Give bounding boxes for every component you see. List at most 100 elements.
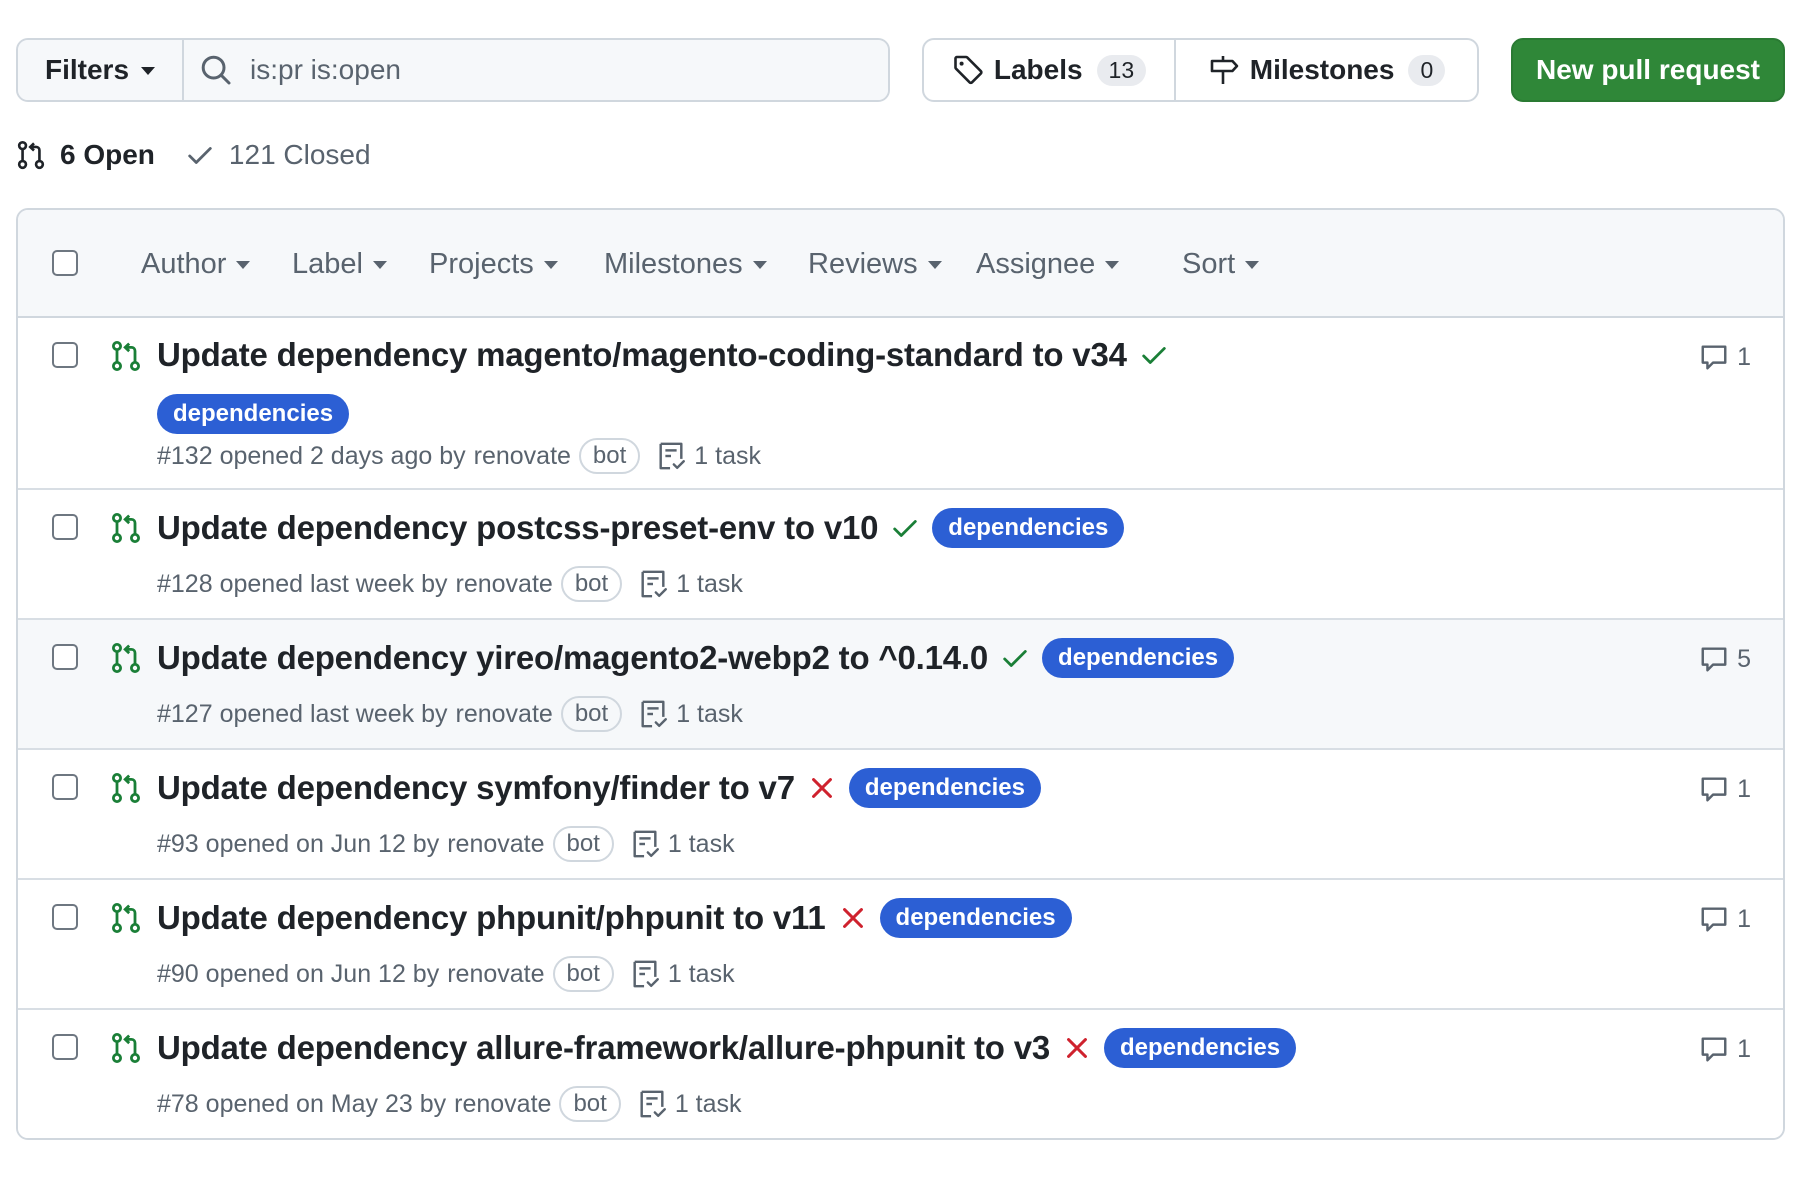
pull-request-row[interactable]: Update dependency magento/magento-coding… [18,318,1783,490]
projects-filter-label: Projects [429,247,534,280]
filter-facets: Author Label Projects Milestones Reviews… [141,210,1260,318]
comments-link[interactable]: 1 [1699,904,1751,934]
milestones-button[interactable]: Milestones 0 [1176,40,1477,100]
label-filter[interactable]: Label [292,248,429,281]
pull-request-row[interactable]: Update dependency postcss-preset-env to … [18,490,1783,620]
milestones-label: Milestones [1249,54,1395,85]
reviews-filter[interactable]: Reviews [808,248,976,281]
assignee-filter-label: Assignee [976,247,1096,280]
comments-link[interactable]: 5 [1699,644,1751,674]
task-progress[interactable]: 1 task [630,829,735,859]
row-checkbox[interactable] [52,774,78,800]
check-icon[interactable] [890,513,920,543]
check-icon[interactable] [1000,643,1030,673]
task-count: 1 task [676,569,743,598]
filters-button[interactable]: Filters [18,40,184,100]
pr-title[interactable]: Update dependency allure-framework/allur… [157,1029,1050,1067]
new-pull-request-button[interactable]: New pull request [1511,38,1785,102]
filter-search-group: Filters [16,38,890,102]
task-count: 1 task [674,1089,742,1118]
milestone-icon [1210,56,1239,84]
pull-request-row[interactable]: Update dependency phpunit/phpunit to v11… [18,880,1783,1010]
task-count: 1 task [667,829,735,858]
checklist-icon [656,441,686,471]
pr-author[interactable]: renovate [447,830,544,859]
row-checkbox[interactable] [52,904,78,930]
chevron-down-icon [141,67,156,75]
pr-author[interactable]: renovate [447,960,544,989]
pull-request-row[interactable]: Update dependency allure-framework/allur… [18,1010,1783,1138]
author-filter[interactable]: Author [141,248,292,281]
comment-icon [1699,342,1729,372]
search-input[interactable] [250,54,850,86]
pr-opened: opened last week by [219,699,448,728]
pr-author[interactable]: renovate [456,700,553,729]
label-dependencies[interactable]: dependencies [879,898,1072,938]
pr-title[interactable]: Update dependency yireo/magento2-webp2 t… [157,639,988,677]
task-progress[interactable]: 1 task [638,569,743,599]
pr-author[interactable]: renovate [456,570,553,599]
pr-number: #90 [157,959,199,988]
label-dependencies[interactable]: dependencies [1104,1028,1297,1068]
x-icon[interactable] [838,903,868,933]
comment-count: 1 [1737,1034,1751,1063]
closed-count: 121 Closed [228,139,371,170]
search-field[interactable] [184,40,888,100]
task-progress[interactable]: 1 task [638,699,743,729]
labels-button[interactable]: Labels 13 [924,40,1176,100]
chevron-down-icon [372,261,387,269]
title-line: Update dependency allure-framework/allur… [157,1028,1297,1068]
label-dependencies[interactable]: dependencies [932,508,1125,548]
comments-link[interactable]: 1 [1699,342,1751,372]
pull-request-open-icon [110,1032,142,1064]
tag-icon [954,55,983,85]
check-icon[interactable] [1139,340,1169,370]
projects-filter[interactable]: Projects [429,248,604,281]
pull-request-row[interactable]: Update dependency symfony/finder to v7 d… [18,750,1783,880]
checklist-icon [638,569,668,599]
task-progress[interactable]: 1 task [630,959,735,989]
row-checkbox[interactable] [52,514,78,540]
labels-label: Labels [993,54,1083,85]
pr-meta: #132 opened 2 days ago by renovate bot 1… [157,438,761,474]
assignee-filter[interactable]: Assignee [976,248,1182,281]
pull-request-open-icon [110,902,142,934]
row-checkbox[interactable] [52,342,78,368]
select-all-checkbox[interactable] [52,250,78,276]
sort-filter[interactable]: Sort [1182,248,1260,281]
bot-badge: bot [552,826,614,862]
title-line: Update dependency yireo/magento2-webp2 t… [157,638,1235,678]
milestones-filter[interactable]: Milestones [604,248,808,281]
pull-request-open-icon [110,642,142,674]
label-dependencies[interactable]: dependencies [157,394,350,434]
pr-title[interactable]: Update dependency symfony/finder to v7 [157,769,795,807]
task-progress[interactable]: 1 task [637,1089,742,1119]
labels-milestones-group: Labels 13 Milestones 0 [922,38,1479,102]
pr-title[interactable]: Update dependency postcss-preset-env to … [157,509,878,547]
row-checkbox[interactable] [52,1034,78,1060]
task-progress[interactable]: 1 task [656,441,761,471]
pr-author[interactable]: renovate [474,442,571,471]
pr-title[interactable]: Update dependency phpunit/phpunit to v11 [157,899,826,937]
label-dependencies[interactable]: dependencies [848,768,1041,808]
row-checkbox[interactable] [52,644,78,670]
pr-title[interactable]: Update dependency magento/magento-coding… [157,336,1127,374]
bot-badge: bot [559,1086,621,1122]
comments-link[interactable]: 1 [1699,774,1751,804]
checklist-icon [637,1089,667,1119]
x-icon[interactable] [807,773,837,803]
pull-request-row[interactable]: Update dependency yireo/magento2-webp2 t… [18,620,1783,750]
pr-number: #78 [157,1089,199,1118]
pull-request-icon [17,140,45,170]
open-tab[interactable]: 6 Open [16,139,155,171]
search-icon [201,55,231,85]
x-icon[interactable] [1062,1033,1092,1063]
pr-opened: opened 2 days ago by [219,441,466,470]
open-count: 6 Open [60,139,155,170]
comments-link[interactable]: 1 [1699,1034,1751,1064]
closed-tab[interactable]: 121 Closed [185,139,371,171]
chevron-down-icon [236,261,251,269]
pr-author[interactable]: renovate [454,1090,551,1119]
comment-icon [1699,1034,1729,1064]
label-dependencies[interactable]: dependencies [1042,638,1235,678]
